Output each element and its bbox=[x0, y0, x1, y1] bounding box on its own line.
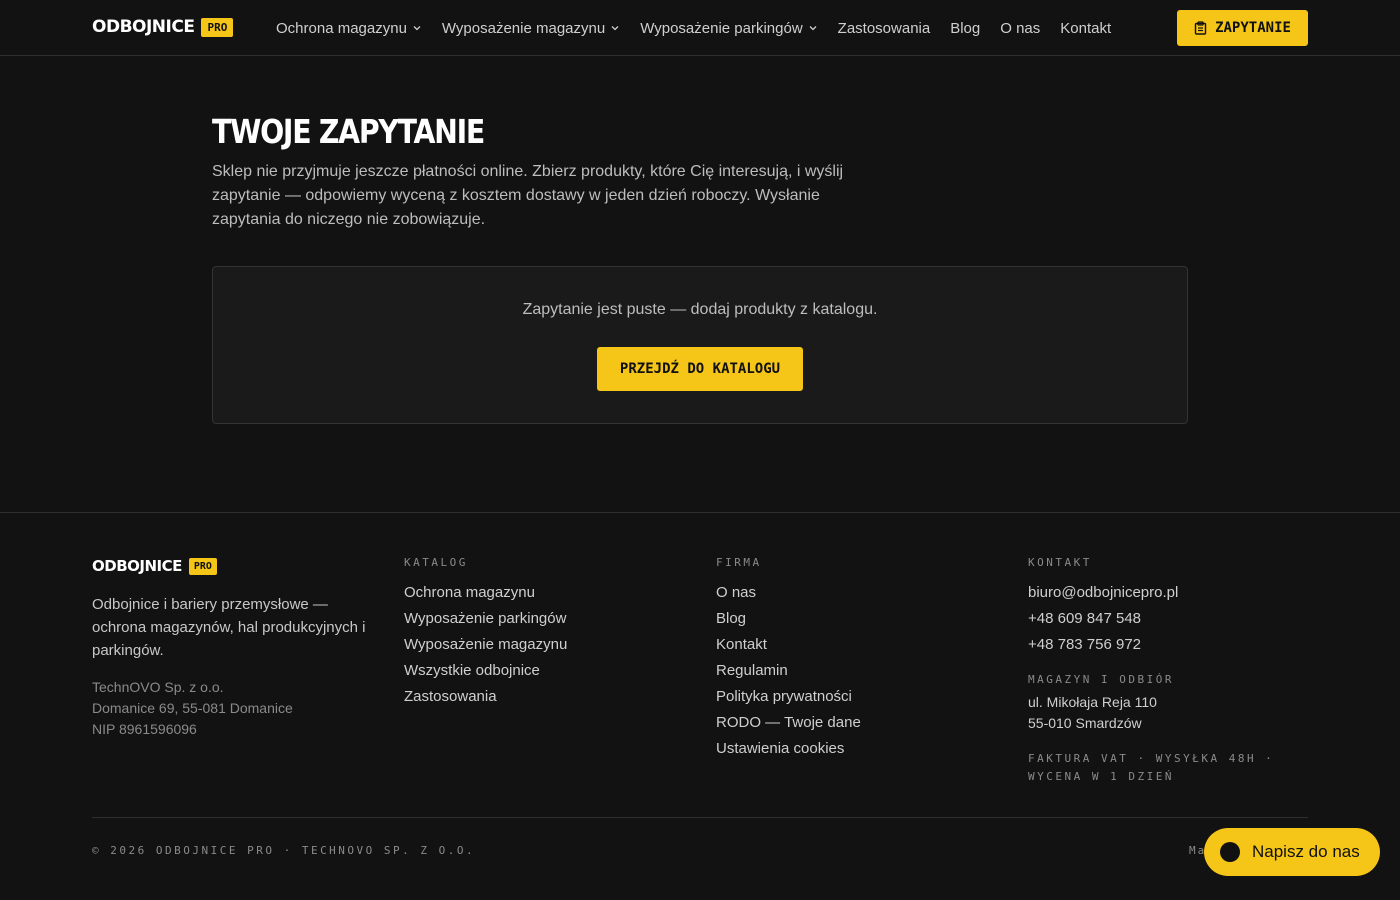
empty-message: Zapytanie jest puste — dodaj produkty z … bbox=[522, 301, 878, 318]
chevron-down-icon bbox=[611, 26, 619, 31]
warehouse-heading: MAGAZYN I ODBIÓR bbox=[1028, 673, 1174, 686]
footer-link[interactable]: Polityka prywatności bbox=[716, 684, 861, 710]
firma-heading: FIRMA bbox=[716, 556, 762, 569]
kontakt-links: biuro@odbojnicepro.pl +48 609 847 548 +4… bbox=[1028, 580, 1178, 658]
chat-button-label: Napisz do nas bbox=[1252, 842, 1360, 861]
clipboard-icon bbox=[1194, 21, 1207, 35]
footer-link[interactable]: Wyposażenie magazynu bbox=[404, 632, 567, 658]
nav-item-blog[interactable]: Blog bbox=[950, 20, 980, 37]
footer-description: Odbojnice i bariery przemysłowe — ochron… bbox=[92, 596, 366, 659]
footer-divider bbox=[92, 817, 1308, 818]
nav-item-wyposazenie-magazynu[interactable]: Wyposażenie magazynu bbox=[442, 20, 620, 37]
nav-item-wyposazenie-parkingow[interactable]: Wyposażenie parkingów bbox=[640, 20, 817, 37]
nav-item-label: Ochrona magazynu bbox=[276, 19, 407, 37]
footer-link[interactable]: Zastosowania bbox=[404, 684, 567, 710]
nav-item-label: Kontakt bbox=[1060, 19, 1112, 37]
company-nip: NIP 8961596096 bbox=[92, 721, 197, 737]
footer-link[interactable]: Blog bbox=[716, 606, 861, 632]
nav-item-kontakt[interactable]: Kontakt bbox=[1060, 20, 1111, 37]
zapytanie-button-label: ZAPYTANIE bbox=[1215, 20, 1291, 36]
go-to-catalog-button[interactable]: PRZEJDŹ DO KATALOGU bbox=[597, 347, 803, 391]
footer-link[interactable]: Regulamin bbox=[716, 658, 861, 684]
chat-button[interactable]: Napisz do nas bbox=[1204, 828, 1380, 876]
footer-link[interactable]: RODO — Twoje dane bbox=[716, 710, 861, 736]
katalog-links: Ochrona magazynu Wyposażenie parkingów W… bbox=[404, 580, 567, 710]
company-info: TechnOVO Sp. z o.o. Domanice 69, 55-081 … bbox=[92, 677, 293, 740]
footer-link[interactable]: Kontakt bbox=[716, 632, 861, 658]
logo-text: ODBOJNICE bbox=[92, 557, 182, 575]
main-nav: Ochrona magazynu Wyposażenie magazynu Wy… bbox=[276, 0, 1131, 56]
kontakt-heading: KONTAKT bbox=[1028, 556, 1092, 569]
footer-link[interactable]: Wyposażenie parkingów bbox=[404, 606, 567, 632]
logo-badge: PRO bbox=[201, 17, 234, 37]
footer-link[interactable]: Ochrona magazynu bbox=[404, 580, 567, 606]
chevron-down-icon bbox=[809, 26, 817, 31]
nav-item-ochrona-magazynu[interactable]: Ochrona magazynu bbox=[276, 20, 422, 37]
contact-phone-link[interactable]: +48 783 756 972 bbox=[1028, 632, 1178, 658]
zapytanie-button[interactable]: ZAPYTANIE bbox=[1177, 10, 1308, 46]
nav-item-zastosowania[interactable]: Zastosowania bbox=[838, 20, 931, 37]
nav-item-label: Zastosowania bbox=[837, 19, 931, 37]
logo-text: ODBOJNICE bbox=[92, 17, 195, 37]
site-footer: ODBOJNICE PRO Odbojnice i bariery przemy… bbox=[0, 512, 1400, 900]
nav-item-label: Wyposażenie parkingów bbox=[640, 19, 803, 37]
footer-logo[interactable]: ODBOJNICE PRO bbox=[92, 557, 217, 575]
page-title: TWOJE ZAPYTANIE bbox=[212, 112, 485, 151]
site-header: ODBOJNICE PRO Ochrona magazynu Wyposażen… bbox=[0, 0, 1400, 56]
katalog-heading: KATALOG bbox=[404, 556, 468, 569]
nav-item-label: Wyposażenie magazynu bbox=[441, 19, 606, 37]
contact-email-link[interactable]: biuro@odbojnicepro.pl bbox=[1028, 580, 1178, 606]
nav-item-o-nas[interactable]: O nas bbox=[1000, 20, 1040, 37]
footer-tagline: FAKTURA VAT · WYSYŁKA 48H · WYCENA W 1 D… bbox=[1028, 752, 1275, 783]
copyright: © 2026 ODBOJNICE PRO · TECHNOVO SP. Z O.… bbox=[92, 844, 476, 857]
chevron-down-icon bbox=[413, 26, 421, 31]
empty-inquiry-box: Zapytanie jest puste — dodaj produkty z … bbox=[212, 266, 1188, 424]
footer-link[interactable]: Wszystkie odbojnice bbox=[404, 658, 567, 684]
footer-link[interactable]: O nas bbox=[716, 580, 861, 606]
warehouse-street: ul. Mikołaja Reja 110 bbox=[1028, 694, 1157, 710]
nav-item-label: O nas bbox=[1000, 19, 1041, 37]
logo-badge: PRO bbox=[188, 557, 217, 575]
contact-phone-link[interactable]: +48 609 847 548 bbox=[1028, 606, 1178, 632]
warehouse-address: ul. Mikołaja Reja 110 55-010 Smardzów bbox=[1028, 692, 1157, 734]
company-address: Domanice 69, 55-081 Domanice bbox=[92, 700, 293, 716]
company-name: TechnOVO Sp. z o.o. bbox=[92, 679, 224, 695]
warehouse-city: 55-010 Smardzów bbox=[1028, 715, 1142, 731]
intro-text: Sklep nie przyjmuje jeszcze płatności on… bbox=[212, 163, 844, 228]
nav-item-label: Blog bbox=[950, 19, 981, 37]
footer-link[interactable]: Ustawienia cookies bbox=[716, 736, 861, 762]
chat-bubble-icon bbox=[1220, 842, 1240, 862]
header-logo[interactable]: ODBOJNICE PRO bbox=[92, 17, 234, 37]
firma-links: O nas Blog Kontakt Regulamin Polityka pr… bbox=[716, 580, 861, 762]
